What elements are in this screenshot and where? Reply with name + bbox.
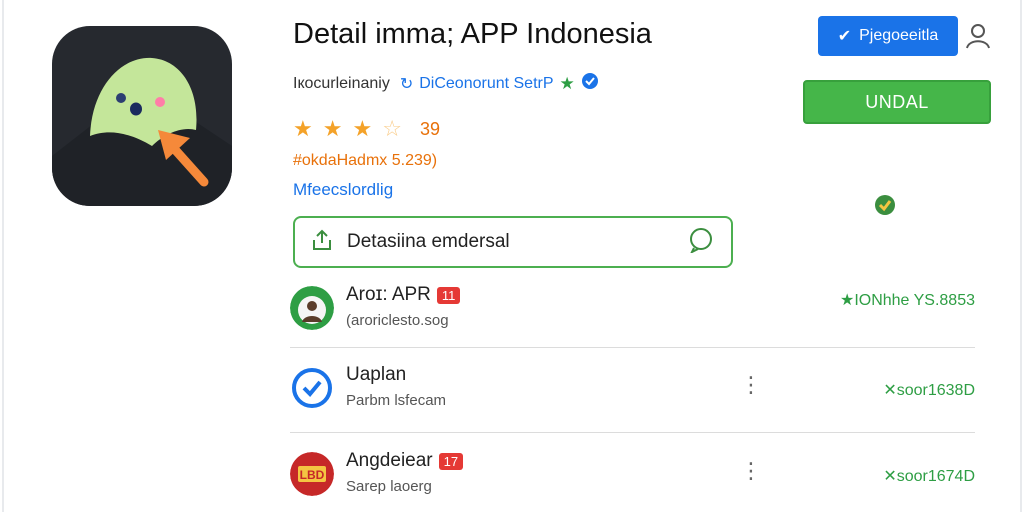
app-red-logo-icon: LBD <box>290 452 334 496</box>
award-badge-icon <box>872 192 898 218</box>
rating-value: 39 <box>419 118 440 139</box>
review-count: #okdaHadmx 5.239) <box>293 152 438 169</box>
list-item[interactable]: LBD Angdeiear 17 Sarep laoerg ⋮ ✕soor167… <box>290 450 975 512</box>
list-item-name: Aroɪ: APR 11 <box>346 284 461 306</box>
star-badge-icon: ★ <box>559 73 575 93</box>
list-item-badge: 11 <box>436 286 461 304</box>
install-button[interactable]: UNDAL <box>803 80 991 124</box>
chat-icon[interactable] <box>687 227 715 258</box>
more-vert-icon[interactable]: ⋮ <box>740 374 762 396</box>
list-item-badge: 17 <box>438 452 464 470</box>
app-logo-icon <box>52 26 232 206</box>
app-title: Detail imma; APP Indonesia <box>293 18 652 50</box>
share-box[interactable]: Detasiina emdersal <box>293 216 733 268</box>
list-item-name: Uaplan <box>346 364 407 385</box>
list-item-meta: ✕soor1638D <box>883 382 975 399</box>
list-item[interactable]: Uaplan Parbm lsfecam ⋮ ✕soor1638D <box>290 364 975 434</box>
list-item-meta: ✕soor1674D <box>883 468 975 485</box>
app-check-icon <box>290 366 334 410</box>
share-label: Detasiina emdersal <box>347 231 510 252</box>
divider <box>290 347 975 348</box>
star-icon: ★ <box>352 116 373 141</box>
loading-icon: ↻ <box>399 75 414 93</box>
verified-icon <box>581 72 599 95</box>
category-link[interactable]: Mfeecslordlig <box>293 180 393 200</box>
list-item[interactable]: Aroɪ: APR 11 (aroriclesto.sog ★IONhhe YS… <box>290 284 975 354</box>
list-item-subtitle: Sarep laoerg <box>346 478 432 495</box>
check-icon: ✔ <box>837 28 852 45</box>
developer-row: Iкoсurleinaniy ↻ DiCeonorunt SetrP ★ <box>293 72 599 95</box>
developer-link[interactable]: ↻ DiCeonorunt SetrP ★ <box>400 72 599 95</box>
star-icon: ★ <box>322 116 343 141</box>
share-icon <box>311 228 333 257</box>
list-item-name: Angdeiear 17 <box>346 450 464 472</box>
list-item-subtitle: (aroriclesto.sog <box>346 312 449 329</box>
user-icon[interactable] <box>964 22 992 50</box>
app-avatar-icon <box>290 286 334 330</box>
divider <box>290 432 975 433</box>
register-button[interactable]: ✔ Pjegoeeitla <box>818 16 958 56</box>
list-item-meta: ★IONhhe YS.8853 <box>839 292 975 309</box>
star-icon: ★ <box>293 116 313 141</box>
left-edge-line <box>2 0 4 512</box>
right-edge-line <box>1020 0 1022 512</box>
list-item-subtitle: Parbm lsfecam <box>346 392 447 409</box>
svg-text:LBD: LBD <box>300 468 325 482</box>
star-icon: ☆ <box>382 116 402 141</box>
developer-name: Iкoсurleinaniy <box>293 74 390 92</box>
rating-row: ★ ★ ★ ☆ 39 <box>293 118 440 140</box>
more-vert-icon[interactable]: ⋮ <box>740 460 762 482</box>
